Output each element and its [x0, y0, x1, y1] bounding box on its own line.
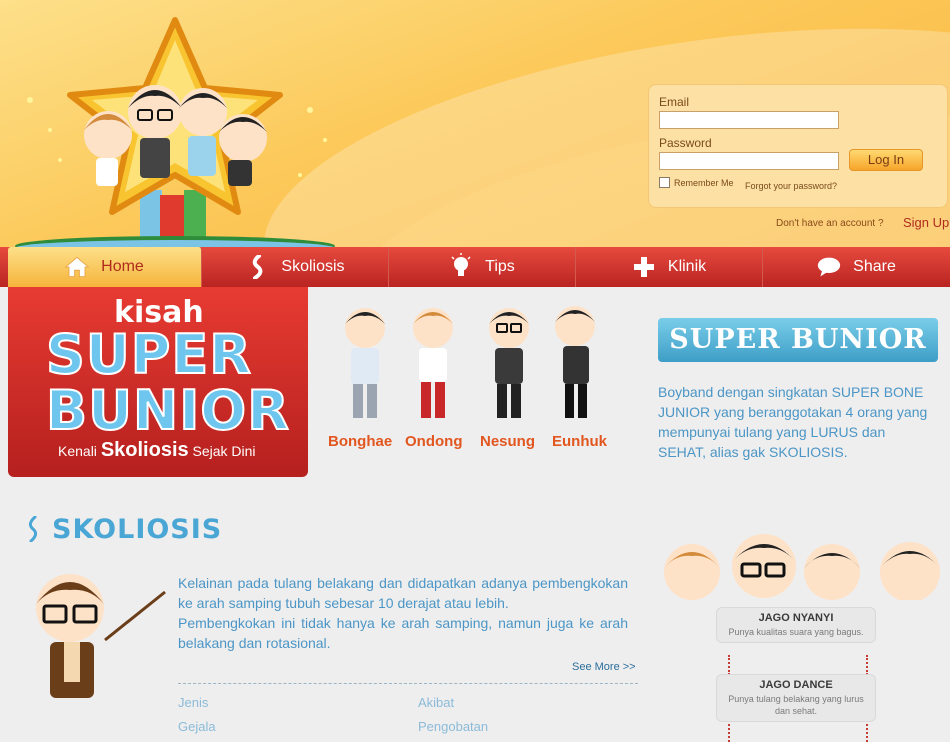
- star-logo-illustration[interactable]: [0, 0, 360, 248]
- header: Email Password Log In Remember Me Forgot…: [0, 0, 950, 248]
- email-field[interactable]: [659, 111, 839, 129]
- link-akibat[interactable]: Akibat: [418, 695, 454, 710]
- nav-item-klinik[interactable]: Klinik: [576, 247, 764, 287]
- link-pengobatan[interactable]: Pengobatan: [418, 719, 488, 734]
- connector-line: [728, 655, 730, 675]
- skoliosis-description: Kelainan pada tulang belakang dan didapa…: [178, 573, 628, 653]
- nav-item-share[interactable]: Share: [763, 247, 950, 287]
- nav-label-share: Share: [853, 258, 896, 275]
- nav-item-tips[interactable]: Tips: [389, 247, 576, 287]
- skoliosis-paragraph: Kelainan pada tulang belakang dan didapa…: [178, 575, 628, 611]
- main-nav: Home Skoliosis Tips Klinik Share: [0, 247, 950, 287]
- home-icon: [65, 255, 90, 279]
- login-button[interactable]: Log In: [849, 149, 923, 171]
- nav-label-klinik: Klinik: [667, 258, 707, 275]
- cross-icon: [632, 255, 656, 279]
- password-label: Password: [659, 136, 712, 150]
- skill-description: Punya kualitas suara yang bagus.: [728, 627, 864, 637]
- signup-link[interactable]: Sign Up: [903, 215, 949, 230]
- no-account-text: Don't have an account ?: [776, 218, 884, 229]
- chat-bubble-icon: [817, 255, 841, 279]
- teacher-character: [36, 574, 166, 698]
- nav-label-tips: Tips: [485, 258, 515, 275]
- character-name: Ondong: [405, 433, 463, 450]
- skill-card: JAGO NYANYI Punya kualitas suara yang ba…: [716, 607, 876, 643]
- hero-title-line1: SUPER: [45, 322, 252, 387]
- superbunior-description: Boyband dengan singkatan SUPER BONE JUNI…: [658, 384, 928, 460]
- password-field[interactable]: [659, 152, 839, 170]
- skill-title: JAGO NYANYI: [758, 612, 834, 624]
- connector-line: [728, 720, 730, 742]
- divider: [178, 683, 638, 684]
- skoliosis-paragraph: Pembengkokan ini tidak hanya ke arah sam…: [178, 615, 628, 651]
- spine-icon: [245, 255, 269, 279]
- spine-icon: [26, 515, 40, 549]
- remember-label: Remember Me: [674, 177, 734, 188]
- forgot-password-link[interactable]: Forgot your password?: [745, 181, 837, 191]
- hero-tagline: Kenali Skoliosis Sejak Dini: [58, 439, 256, 462]
- connector-line: [866, 720, 868, 742]
- hero-panel: kisah SUPER BUNIOR Kenali Skoliosis Seja…: [8, 287, 308, 477]
- tagline-part2: Sejak Dini: [192, 443, 256, 459]
- hero-title-line2: BUNIOR: [45, 378, 290, 443]
- login-panel: Email Password Log In Remember Me Forgot…: [648, 84, 948, 208]
- skill-title: JAGO DANCE: [759, 679, 833, 691]
- remember-me[interactable]: Remember Me: [659, 177, 734, 188]
- connector-line: [866, 655, 868, 675]
- skill-description: Punya tulang belakang yang lurus dan seh…: [728, 694, 864, 716]
- link-gejala[interactable]: Gejala: [178, 719, 216, 734]
- character-name: Eunhuk: [552, 433, 607, 450]
- character-row: Bonghae Ondong Nesung Eunhuk: [325, 300, 625, 460]
- lightbulb-icon: [449, 253, 473, 279]
- member-faces: [664, 534, 940, 600]
- character-name: Bonghae: [328, 433, 393, 450]
- skoliosis-title: SKOLIOSIS: [52, 514, 223, 545]
- link-jenis[interactable]: Jenis: [178, 695, 208, 710]
- superbunior-banner: SUPER BUNIOR: [658, 318, 938, 362]
- characters-illustration: [345, 306, 595, 418]
- see-more-link[interactable]: See More >>: [572, 661, 636, 673]
- nav-label-home: Home: [101, 258, 144, 275]
- tagline-part1: Kenali: [58, 443, 97, 459]
- email-label: Email: [659, 95, 690, 109]
- remember-checkbox[interactable]: [659, 177, 670, 188]
- character-name: Nesung: [480, 433, 536, 450]
- nav-item-skoliosis[interactable]: Skoliosis: [202, 247, 389, 287]
- nav-label-skoliosis: Skoliosis: [281, 258, 345, 275]
- tagline-big: Skoliosis: [100, 439, 189, 461]
- nav-item-home[interactable]: Home: [8, 247, 202, 287]
- skill-card: JAGO DANCE Punya tulang belakang yang lu…: [716, 674, 876, 722]
